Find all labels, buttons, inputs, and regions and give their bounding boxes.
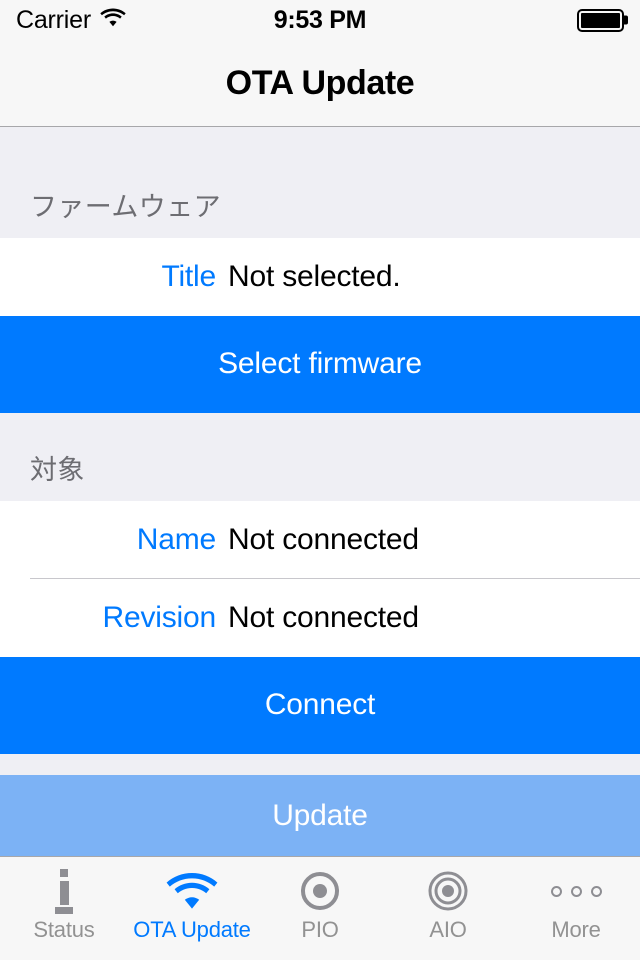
navigation-bar: OTA Update bbox=[0, 40, 640, 127]
row-title-value: Not selected. bbox=[228, 259, 401, 293]
wifi-icon bbox=[166, 867, 218, 915]
tab-more-label: More bbox=[551, 917, 601, 942]
settings-table: ファームウェア Title Not selected. Select firmw… bbox=[0, 127, 640, 856]
row-revision[interactable]: Revision Not connected bbox=[0, 579, 640, 658]
update-button[interactable]: Update bbox=[0, 775, 640, 856]
target-double-ring-icon bbox=[427, 867, 469, 915]
row-revision-label: Revision bbox=[102, 601, 217, 635]
select-firmware-button[interactable]: Select firmware bbox=[0, 315, 640, 414]
tab-pio-label: PIO bbox=[301, 917, 339, 942]
tab-aio[interactable]: AIO bbox=[384, 857, 512, 960]
tab-more[interactable]: More bbox=[512, 857, 640, 960]
tab-status-label: Status bbox=[33, 917, 95, 942]
status-bar: Carrier 9:53 PM bbox=[0, 0, 640, 40]
carrier-label: Carrier bbox=[16, 5, 91, 34]
row-name[interactable]: Name Not connected bbox=[0, 501, 640, 580]
info-icon bbox=[55, 867, 73, 915]
row-title[interactable]: Title Not selected. bbox=[0, 237, 640, 316]
ellipsis-circles-icon bbox=[550, 867, 602, 915]
row-revision-value: Not connected bbox=[228, 601, 419, 635]
status-bar-left: Carrier bbox=[16, 6, 126, 35]
tab-ota-update-label: OTA Update bbox=[133, 917, 251, 942]
page-title: OTA Update bbox=[225, 63, 415, 102]
tab-pio[interactable]: PIO bbox=[256, 857, 384, 960]
wifi-icon bbox=[100, 8, 126, 32]
target-single-ring-icon bbox=[299, 867, 341, 915]
battery-icon bbox=[577, 8, 624, 32]
tab-bar: Status OTA Update PIO AIO More bbox=[0, 856, 640, 960]
row-name-label: Name bbox=[136, 523, 216, 557]
section-header-firmware: ファームウェア bbox=[0, 127, 640, 238]
tab-ota-update[interactable]: OTA Update bbox=[128, 857, 256, 960]
button-spacer bbox=[0, 753, 640, 776]
row-title-label: Title bbox=[161, 259, 216, 293]
status-bar-right bbox=[577, 8, 624, 32]
battery-fill bbox=[581, 12, 620, 28]
connect-button[interactable]: Connect bbox=[0, 657, 640, 754]
row-name-value: Not connected bbox=[228, 523, 419, 557]
tab-status[interactable]: Status bbox=[0, 857, 128, 960]
tab-aio-label: AIO bbox=[429, 917, 467, 942]
section-header-target: 対象 bbox=[0, 413, 640, 502]
app-root: Carrier 9:53 PM OTA Update ファームウェア Title… bbox=[0, 0, 640, 960]
